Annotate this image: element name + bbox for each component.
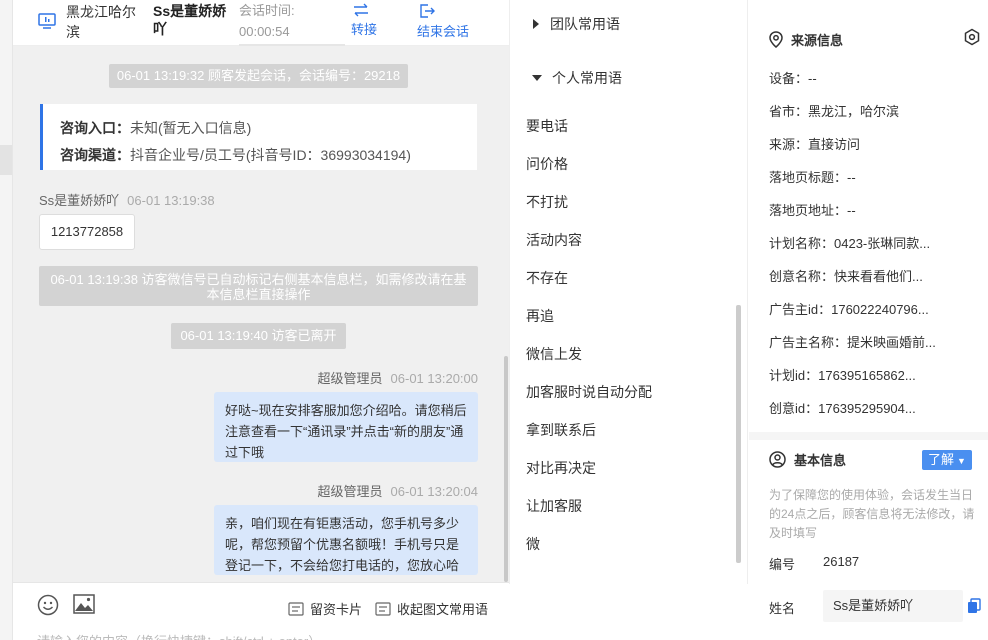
id-value: 26187	[823, 554, 860, 569]
agent-time-1: 06-01 13:20:00	[390, 371, 478, 386]
agent-sender-2: 超级管理员	[317, 484, 383, 499]
phrase-item[interactable]: 加客服时说自动分配	[526, 382, 652, 402]
name-label: 姓名	[769, 601, 796, 616]
personal-phrases-label: 个人常用语	[552, 70, 622, 86]
lead-card-button[interactable]: 留资卡片	[288, 599, 362, 618]
section-divider	[749, 432, 988, 440]
phrase-item[interactable]: 对比再决定	[526, 458, 596, 478]
entry-label: 咨询入口：	[60, 120, 130, 136]
caret-right-icon	[533, 19, 539, 29]
phrase-item[interactable]: 活动内容	[526, 230, 582, 250]
left-strip	[0, 0, 12, 640]
visitor-message: 1213772858	[39, 214, 135, 250]
agent-sender-1: 超级管理员	[317, 371, 383, 386]
session-time: 会话时间: 00:00:54	[239, 0, 345, 46]
source-info-row: 广告主名称：提米映画婚前...	[769, 335, 936, 350]
left-strip-mark	[0, 145, 12, 175]
source-info-row: 创意id：176395295904...	[769, 401, 916, 416]
agent-message-1: 好哒~现在安排客服加您介绍哈。请您稍后注意查看一下“通讯录”并点击“新的朋友”通…	[214, 392, 478, 462]
visitor-time: 06-01 13:19:38	[127, 193, 215, 208]
chat-input-area: 留资卡片 收起图文常用语 请输入您的内容（换行快捷键：shift/ctrl + …	[13, 582, 510, 640]
end-session-label: 结束会话	[417, 24, 470, 39]
lead-card-label: 留资卡片	[309, 602, 362, 617]
name-field[interactable]: Ss是董娇娇吖	[823, 590, 963, 622]
agent-time-2: 06-01 13:20:04	[390, 484, 478, 499]
phrase-item[interactable]: 问价格	[526, 154, 568, 174]
agent-message-2: 亲，咱们现在有钜惠活动，您手机号多少呢，帮您预留个优惠名额哦！手机号只是登记一下…	[214, 505, 478, 575]
edit-deadline-note: 为了保障您的使用体验，会话发生当日的24点之后，顾客信息将无法修改，请及时填写	[769, 488, 975, 540]
learn-more-label: 了解	[928, 452, 955, 467]
phrase-item[interactable]: 让加客服	[526, 496, 582, 516]
phrase-item[interactable]: 拿到联系后	[526, 420, 596, 440]
team-phrases-label: 团队常用语	[550, 16, 620, 32]
phrase-item[interactable]: 要电话	[526, 116, 568, 136]
visitor-info-panel: 来源信息 设备：-- 省市：黑龙江，哈尔滨 来源：直接访问 落地页标题：-- 落地页地址…	[749, 0, 988, 640]
basic-info-header: 基本信息	[769, 450, 846, 469]
channel-value: 抖音企业号/员工号(抖音号ID：36993034194)	[130, 147, 411, 163]
collapse-phrases-button[interactable]: 收起图文常用语	[375, 599, 488, 618]
phrase-item[interactable]: 再追	[526, 306, 554, 326]
user-circle-icon	[769, 451, 786, 468]
chat-scrollbar[interactable]	[504, 356, 508, 582]
phrase-item[interactable]: 不存在	[526, 268, 568, 288]
source-info-row: 来源：直接访问	[769, 137, 861, 152]
transfer-icon	[354, 3, 368, 17]
chat-header: 黑龙江哈尔滨 Ss是董娇娇吖 会话时间: 00:00:54 转接 结束会话	[13, 0, 510, 46]
chat-panel: 黑龙江哈尔滨 Ss是董娇娇吖 会话时间: 00:00:54 转接 结束会话 06…	[12, 0, 510, 640]
source-info-title: 来源信息	[791, 33, 844, 48]
visitor-left-notice: 06-01 13:19:40 访客已离开	[171, 323, 346, 349]
settings-icon[interactable]	[963, 28, 981, 46]
phrase-item[interactable]: 不打扰	[526, 192, 568, 212]
basic-info-title: 基本信息	[794, 453, 847, 468]
wechat-notice: 06-01 13:19:38 访客微信号已自动标记右侧基本信息栏，如需修改请在基…	[39, 266, 478, 306]
phrase-item[interactable]: 微信上发	[526, 344, 582, 364]
agent-message-meta-2: 超级管理员 06-01 13:20:04	[318, 481, 478, 500]
source-info-row: 落地页地址：--	[769, 203, 856, 218]
entry-value: 未知(暂无入口信息)	[130, 120, 252, 136]
session-time-value: 00:00:54	[239, 24, 290, 39]
source-info-header: 来源信息	[769, 30, 843, 49]
caret-down-icon	[532, 75, 542, 81]
id-label: 编号	[769, 557, 796, 572]
channel-label: 咨询渠道：	[60, 147, 130, 163]
visitor-name: Ss是董娇娇吖	[153, 3, 227, 37]
card-icon	[375, 601, 391, 616]
source-info-row: 设备：--	[769, 71, 817, 86]
transfer-label: 转接	[351, 22, 378, 37]
message-input[interactable]: 请输入您的内容（换行快捷键：shift/ctrl + enter）	[37, 631, 321, 640]
source-info-row: 落地页标题：--	[769, 170, 856, 185]
chat-messages[interactable]: 06-01 13:19:32 顾客发起会话，会话编号：29218 咨询入口：未知…	[13, 46, 510, 582]
exit-icon	[420, 4, 435, 18]
visitor-sender: Ss是董娇娇吖	[39, 193, 120, 208]
visitor-region: 黑龙江哈尔滨	[66, 4, 136, 40]
phrase-item[interactable]: 微	[526, 534, 540, 554]
location-pin-icon	[769, 31, 783, 48]
source-info-row: 创意名称：快来看看他们...	[769, 269, 923, 284]
session-time-label: 会话时间:	[239, 3, 295, 18]
agent-message-meta-1: 超级管理员 06-01 13:20:00	[318, 368, 478, 387]
learn-more-dropdown[interactable]: 了解 ▼	[922, 450, 972, 470]
emoji-icon[interactable]	[37, 594, 59, 616]
image-icon[interactable]	[73, 594, 95, 614]
source-info-row: 广告主id：176022240796...	[769, 302, 929, 317]
phrases-scrollbar[interactable]	[736, 305, 741, 563]
source-info-row: 省市：黑龙江，哈尔滨	[769, 104, 900, 119]
phrases-panel: 团队常用语 个人常用语 要电话问价格不打扰活动内容不存在再追微信上发加客服时说自…	[509, 0, 748, 584]
monitor-icon	[38, 13, 56, 29]
team-phrases-group[interactable]: 团队常用语	[532, 14, 620, 34]
transfer-button[interactable]: 转接	[351, 0, 377, 38]
copy-icon[interactable]	[967, 598, 981, 614]
collapse-phrases-label: 收起图文常用语	[396, 602, 488, 617]
visitor-message-meta: Ss是董娇娇吖 06-01 13:19:38	[39, 190, 215, 209]
consult-info-card: 咨询入口：未知(暂无入口信息) 咨询渠道：抖音企业号/员工号(抖音号ID：369…	[40, 104, 477, 170]
source-info-row: 计划名称：0423-张琳同款...	[769, 236, 931, 251]
source-info-row: 计划id：176395165862...	[769, 368, 916, 383]
caret-down-icon: ▼	[957, 456, 966, 466]
end-session-button[interactable]: 结束会话	[417, 0, 469, 40]
card-icon	[288, 601, 304, 616]
personal-phrases-group[interactable]: 个人常用语	[532, 68, 622, 88]
session-start-notice: 06-01 13:19:32 顾客发起会话，会话编号：29218	[109, 64, 408, 88]
